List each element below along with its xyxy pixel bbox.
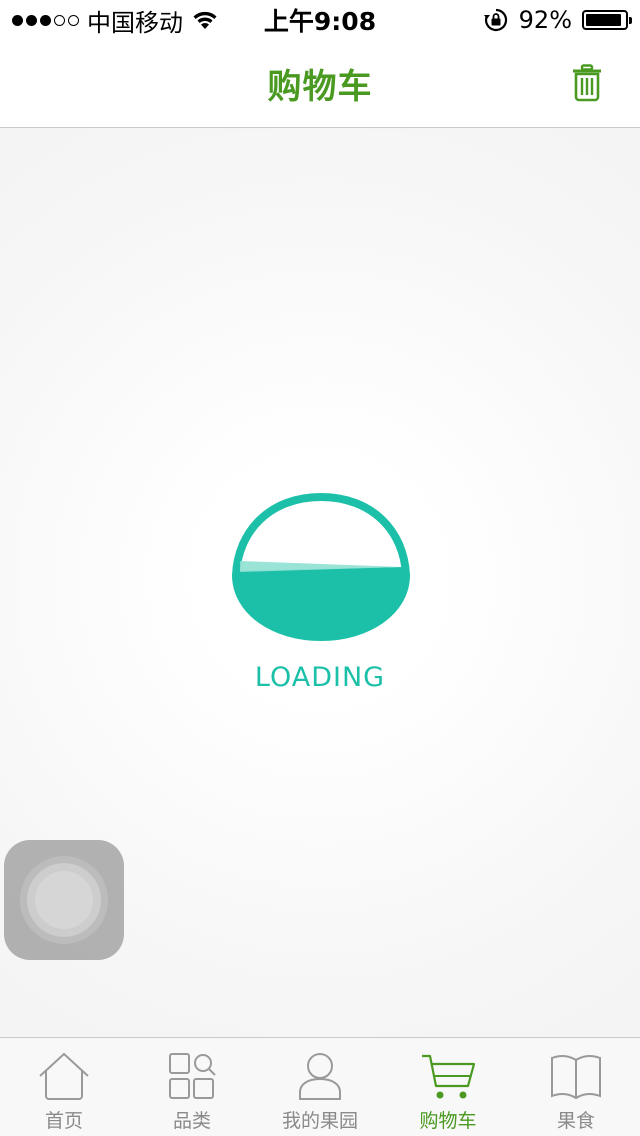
book-icon	[551, 1054, 601, 1100]
signal-dot	[40, 14, 51, 26]
assistive-touch-ring	[27, 863, 101, 937]
battery-fill	[586, 14, 621, 26]
wifi-icon	[193, 11, 217, 29]
assistive-touch-button[interactable]	[4, 840, 124, 960]
assistive-touch-core	[35, 871, 93, 929]
tab-label: 果食	[556, 1110, 595, 1132]
nav-bar: 购物车	[0, 40, 640, 128]
signal-strength-icon	[12, 14, 79, 26]
page-title: 购物车	[267, 67, 373, 107]
battery-icon	[582, 10, 632, 30]
tab-bar: 首页 品类 我的果园 购物车 果食	[0, 1037, 640, 1136]
status-left: 中国移动	[12, 3, 219, 38]
status-right: 92%	[483, 6, 632, 34]
basket-loader-icon	[231, 492, 411, 642]
loading-text: LOADING	[254, 662, 386, 693]
tab-home[interactable]: 首页	[0, 1038, 128, 1136]
tab-cart[interactable]: 购物车	[384, 1038, 512, 1136]
status-bar: 中国移动 上午9:08 92%	[0, 0, 640, 40]
user-icon	[299, 1053, 341, 1100]
signal-dot	[26, 14, 37, 26]
signal-dot	[54, 14, 65, 26]
category-icon	[169, 1053, 216, 1099]
cart-icon	[422, 1054, 476, 1099]
trash-icon[interactable]	[572, 64, 602, 102]
tab-my-orchard[interactable]: 我的果园	[256, 1038, 384, 1136]
tab-label: 品类	[172, 1110, 211, 1132]
assistive-touch-ring	[20, 856, 108, 944]
tab-label: 首页	[44, 1110, 83, 1132]
signal-dot	[12, 14, 23, 26]
home-icon	[39, 1052, 89, 1100]
carrier-name: 中国移动	[87, 8, 183, 37]
battery-percent: 92%	[518, 6, 572, 34]
tab-label: 购物车	[419, 1110, 477, 1132]
tab-label: 我的果园	[281, 1110, 358, 1132]
tab-category[interactable]: 品类	[128, 1038, 256, 1136]
signal-dot	[68, 14, 79, 26]
tab-fruit-food[interactable]: 果食	[512, 1038, 640, 1136]
rotation-lock-icon	[483, 8, 507, 32]
